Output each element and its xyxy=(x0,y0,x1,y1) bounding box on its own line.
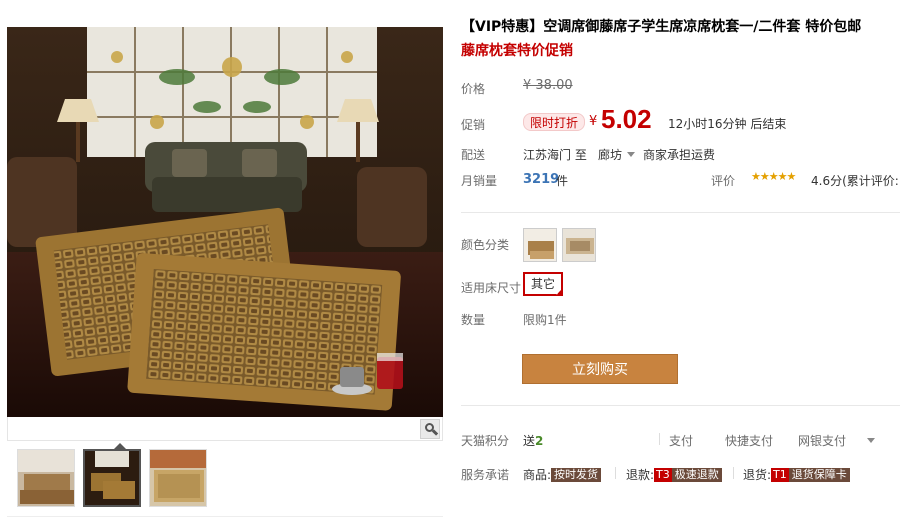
quantity-limit: 限购1件 xyxy=(523,313,567,327)
size-label: 适用床尺寸 xyxy=(461,281,522,295)
chevron-down-icon[interactable] xyxy=(627,152,635,157)
promo-price: 5.02 xyxy=(601,104,652,134)
promo-currency: ¥ xyxy=(589,114,598,129)
quantity-label: 数量 xyxy=(461,313,486,327)
buy-now-button[interactable]: 立刻购买 xyxy=(522,354,678,384)
service-label: 服务承诺 xyxy=(461,468,510,482)
promo-countdown: 12小时16分钟 后结束 xyxy=(668,117,787,131)
sales-unit: 件 xyxy=(556,174,569,188)
service-item-refund[interactable]: 退款: T3 极速退款 xyxy=(626,466,722,483)
sales-label: 月销量 xyxy=(461,174,498,188)
promo-tag: 限时打折 xyxy=(523,113,586,131)
ship-from: 江苏海门 至 xyxy=(523,148,587,162)
service-item-return[interactable]: 退货: T1 退货保障卡 xyxy=(743,466,850,483)
color-option-2[interactable] xyxy=(562,228,596,262)
points-label: 天猫积分 xyxy=(461,434,510,448)
payment-method-3[interactable]: 网银支付 xyxy=(798,432,846,449)
ship-to-selector[interactable]: 廊坊 xyxy=(598,146,622,163)
sales-count: 3219 xyxy=(523,172,560,187)
shipping-label: 配送 xyxy=(461,148,486,162)
review-label: 评价 xyxy=(711,174,736,188)
thumbnail-3[interactable] xyxy=(149,449,207,507)
thumbnail-1[interactable] xyxy=(17,449,75,507)
main-product-image[interactable] xyxy=(7,27,443,417)
zoom-button[interactable] xyxy=(420,419,440,439)
thumbnail-2[interactable] xyxy=(83,449,141,507)
size-option-selected[interactable]: 其它 ✓ xyxy=(523,272,563,297)
product-info-panel: 【VIP特惠】空调席御藤席子学生席凉席枕套一/二件套 特价包邮 藤席枕套特价促销… xyxy=(461,0,900,521)
payment-method-1[interactable]: 支付 xyxy=(669,432,693,449)
review-score-link[interactable]: 4.6分(累计评价:18 xyxy=(811,172,900,189)
checkmark-icon: ✓ xyxy=(555,289,561,297)
color-option-1[interactable] xyxy=(523,228,557,262)
zoom-bar xyxy=(7,417,443,441)
points-value: 送2 xyxy=(523,434,544,448)
image-gallery xyxy=(7,27,443,517)
promo-label: 促销 xyxy=(461,118,486,132)
shipping-note: 商家承担运费 xyxy=(643,148,716,162)
product-subtitle: 藤席枕套特价促销 xyxy=(461,43,573,59)
product-title: 【VIP特惠】空调席御藤席子学生席凉席枕套一/二件套 特价包邮 xyxy=(461,19,862,35)
service-item-shipping[interactable]: 商品: 按时发货 xyxy=(523,466,602,483)
size-option-label: 其它 xyxy=(530,277,555,291)
color-label: 颜色分类 xyxy=(461,238,510,252)
product-photo xyxy=(7,27,443,417)
chevron-down-icon[interactable] xyxy=(867,438,875,443)
payment-method-2[interactable]: 快捷支付 xyxy=(725,432,773,449)
selected-thumb-arrow xyxy=(114,443,126,449)
price-label: 价格 xyxy=(461,82,486,96)
rating-stars-icon: ★★★★★ xyxy=(751,170,796,183)
original-price: ¥ 38.00 xyxy=(523,78,573,93)
